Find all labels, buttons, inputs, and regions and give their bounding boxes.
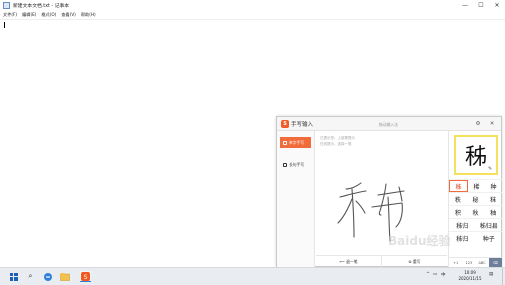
minimize-button[interactable]: — [457,0,473,11]
backspace-key[interactable]: ⌫ [488,258,502,267]
sentence-mode-button[interactable]: 长句手写 [280,159,311,170]
close-panel-icon[interactable]: ✕ [488,120,496,128]
candidate-toolbar: +1 123 ABC ⌫ [449,257,502,267]
drag-hint: 拖动输入法 [379,122,398,127]
undo-arrow-icon: ⟵ [339,259,347,264]
baidu-watermark: Baidu经验 [388,234,451,248]
undo-stroke-label: 退一笔 [346,258,358,264]
menu-bar: 文件(F) 编辑(E) 格式(O) 查看(V) 帮助(H) [0,11,505,19]
candidate-item[interactable]: 稀 [468,180,485,192]
system-clock[interactable]: 10:09 2020/11/15 [453,270,487,282]
candidate-item[interactable]: 秭归县 [476,219,503,231]
candidate-item[interactable]: 积 [449,206,467,218]
ime-indicator[interactable]: 中 [441,272,446,278]
search-icon[interactable]: ⌕ [25,271,36,282]
rewrite-label: 重写 [412,258,421,264]
candidate-row: 秭归 种子 [449,231,502,244]
plus-one-key[interactable]: +1 [449,258,462,267]
rewrite-button[interactable]: ⊗ 重写 [381,256,447,267]
taskbar: ⌕ S ^ ▭ 中 10:09 2020/11/15 ▤ [0,267,505,285]
handwriting-title: 手写输入 [291,122,314,128]
sogou-taskbar-icon[interactable]: S [80,271,91,282]
numeric-key[interactable]: 123 [462,258,475,267]
candidate-item[interactable]: 种子 [476,232,503,244]
candidate-item[interactable]: 秋 [467,206,485,218]
alpha-key[interactable]: ABC [476,258,489,267]
windows-logo-icon [9,272,18,281]
undo-stroke-button[interactable]: ⟵ 退一笔 [316,256,381,267]
window-controls: — ☐ ✕ [457,0,505,11]
settings-gear-icon[interactable]: ⚙ [474,120,482,128]
candidate-item[interactable]: 秭 [449,180,468,192]
network-icon[interactable]: ▭ [433,272,437,277]
svg-text:S: S [84,274,88,281]
candidate-area: 秭 ✎ 秭 稀 种 秩 秘 秣 积 秋 秞 秭归 秭归县 秭归 种子 +1 12… [448,131,502,267]
maximize-button[interactable]: ☐ [473,0,489,11]
notepad-app-icon [3,2,10,9]
canvas-footer: ⟵ 退一笔 ⊗ 重写 [316,255,447,267]
notification-icon[interactable]: ▤ [489,272,493,277]
candidate-list: 秭 稀 种 秩 秘 秣 积 秋 秞 秭归 秭归县 秭归 种子 [449,179,502,244]
file-explorer-icon[interactable] [59,271,70,282]
candidate-item[interactable]: 秞 [484,206,502,218]
desktop-screen: 新建文本文档.txt - 记事本 — ☐ ✕ 文件(F) 编辑(E) 格式(O)… [0,0,505,285]
candidate-row: 积 秋 秞 [449,205,502,218]
candidate-item[interactable]: 秣 [484,193,502,205]
text-caret [4,22,5,28]
handwriting-header[interactable]: S 手写输入 拖动输入法 ⚙ ✕ [277,117,501,131]
window-title: 新建文本文档.txt - 记事本 [13,4,70,9]
menu-help[interactable]: 帮助(H) [81,12,96,18]
edge-browser-icon[interactable] [42,271,53,282]
start-button[interactable] [8,271,19,282]
edit-pen-icon[interactable]: ✎ [488,166,492,172]
tray-expand-icon[interactable]: ^ [426,272,430,277]
sogou-logo-icon: S [281,120,289,128]
menu-format[interactable]: 格式(O) [41,12,56,18]
candidate-row: 秭归 秭归县 [449,218,502,231]
candidate-row: 秭 稀 种 [449,179,502,192]
title-bar: 新建文本文档.txt - 记事本 — ☐ ✕ [0,0,505,11]
candidate-item[interactable]: 秭归 [449,232,476,244]
clock-date: 2020/11/15 [458,276,482,281]
candidate-row: 秩 秘 秣 [449,192,502,205]
sentence-mode-label: 长句手写 [289,161,305,167]
candidate-item[interactable]: 秘 [467,193,485,205]
candidate-item[interactable]: 种 [485,180,502,192]
candidate-item[interactable]: 秭归 [449,219,476,231]
menu-edit[interactable]: 编辑(E) [22,12,36,18]
menu-view[interactable]: 查看(V) [61,12,76,18]
pen-icon [283,162,287,167]
mode-sidebar: 单字手写 长句手写 [277,131,315,267]
close-button[interactable]: ✕ [489,0,505,11]
single-char-mode-button[interactable]: 单字手写 [280,137,311,148]
candidate-item[interactable]: 秩 [449,193,467,205]
single-char-mode-label: 单字手写 [289,139,305,145]
menu-file[interactable]: 文件(F) [3,12,17,18]
pen-icon [283,140,287,145]
